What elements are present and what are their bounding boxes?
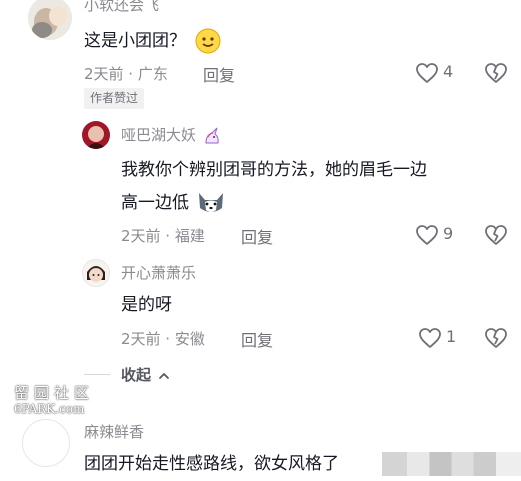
reply-button[interactable]: 回复 bbox=[241, 327, 273, 351]
avatar[interactable] bbox=[22, 419, 70, 467]
dislike-broken-heart-icon[interactable] bbox=[484, 62, 508, 84]
collapse-label: 收起 bbox=[121, 366, 152, 384]
like-count: 4 bbox=[443, 62, 454, 81]
chevron-up-icon bbox=[158, 371, 170, 381]
username[interactable]: 麻辣鲜香 bbox=[84, 421, 144, 442]
reply-button[interactable]: 回复 bbox=[203, 62, 235, 86]
watermark-line2: 6PARK.com bbox=[14, 402, 85, 416]
comment-text: 这是小团团？ bbox=[84, 24, 221, 58]
reply-text-line: 我教你个辨别团哥的方法，她的眉毛一边 bbox=[121, 160, 427, 180]
smile-emoji-icon bbox=[195, 28, 221, 54]
reply-meta: 2天前 · 福建 bbox=[121, 227, 205, 245]
reply-text-body: 高一边低 bbox=[121, 193, 189, 213]
reply-button[interactable]: 回复 bbox=[241, 224, 273, 248]
dislike-broken-heart-icon[interactable] bbox=[484, 327, 508, 349]
heart-icon bbox=[415, 62, 439, 84]
username[interactable]: 小软还会飞 bbox=[84, 0, 159, 15]
username[interactable]: 哑巴湖大妖 bbox=[121, 124, 221, 145]
collapse-divider bbox=[84, 374, 110, 375]
collapse-button[interactable]: 收起 bbox=[121, 364, 170, 385]
avatar[interactable] bbox=[82, 259, 110, 287]
reply-text: 是的呀 bbox=[121, 295, 172, 315]
like-button[interactable]: 1 bbox=[418, 327, 462, 349]
reply-meta: 2天前 · 安徽 bbox=[121, 330, 205, 348]
comment-text-body: 这是小团团？ bbox=[84, 31, 186, 51]
comment-text: 团团开始走性感路线，欲女风格了 bbox=[84, 454, 339, 474]
unicorn-emoji-icon bbox=[203, 127, 221, 145]
reply-text-line: 高一边低 bbox=[121, 186, 226, 220]
mosaic-blur bbox=[382, 452, 521, 476]
username[interactable]: 开心萧萧乐 bbox=[121, 262, 196, 283]
author-liked-badge: 作者赞过 bbox=[84, 88, 145, 109]
like-count: 9 bbox=[443, 224, 454, 243]
comment-meta: 2天前 · 广东 bbox=[84, 65, 168, 83]
username-text: 哑巴湖大妖 bbox=[121, 126, 197, 144]
watermark-line1: 留园社区 bbox=[14, 384, 95, 402]
avatar[interactable] bbox=[82, 121, 110, 149]
like-button[interactable]: 9 bbox=[415, 224, 459, 246]
dislike-broken-heart-icon[interactable] bbox=[484, 224, 508, 246]
like-button[interactable]: 4 bbox=[415, 62, 459, 84]
avatar[interactable] bbox=[28, 0, 72, 40]
watermark: 留园社区 6PARK.com bbox=[14, 382, 94, 416]
heart-icon bbox=[418, 327, 442, 349]
like-count: 1 bbox=[446, 327, 457, 346]
heart-icon bbox=[415, 224, 439, 246]
husky-dog-emoji-icon bbox=[196, 190, 226, 216]
